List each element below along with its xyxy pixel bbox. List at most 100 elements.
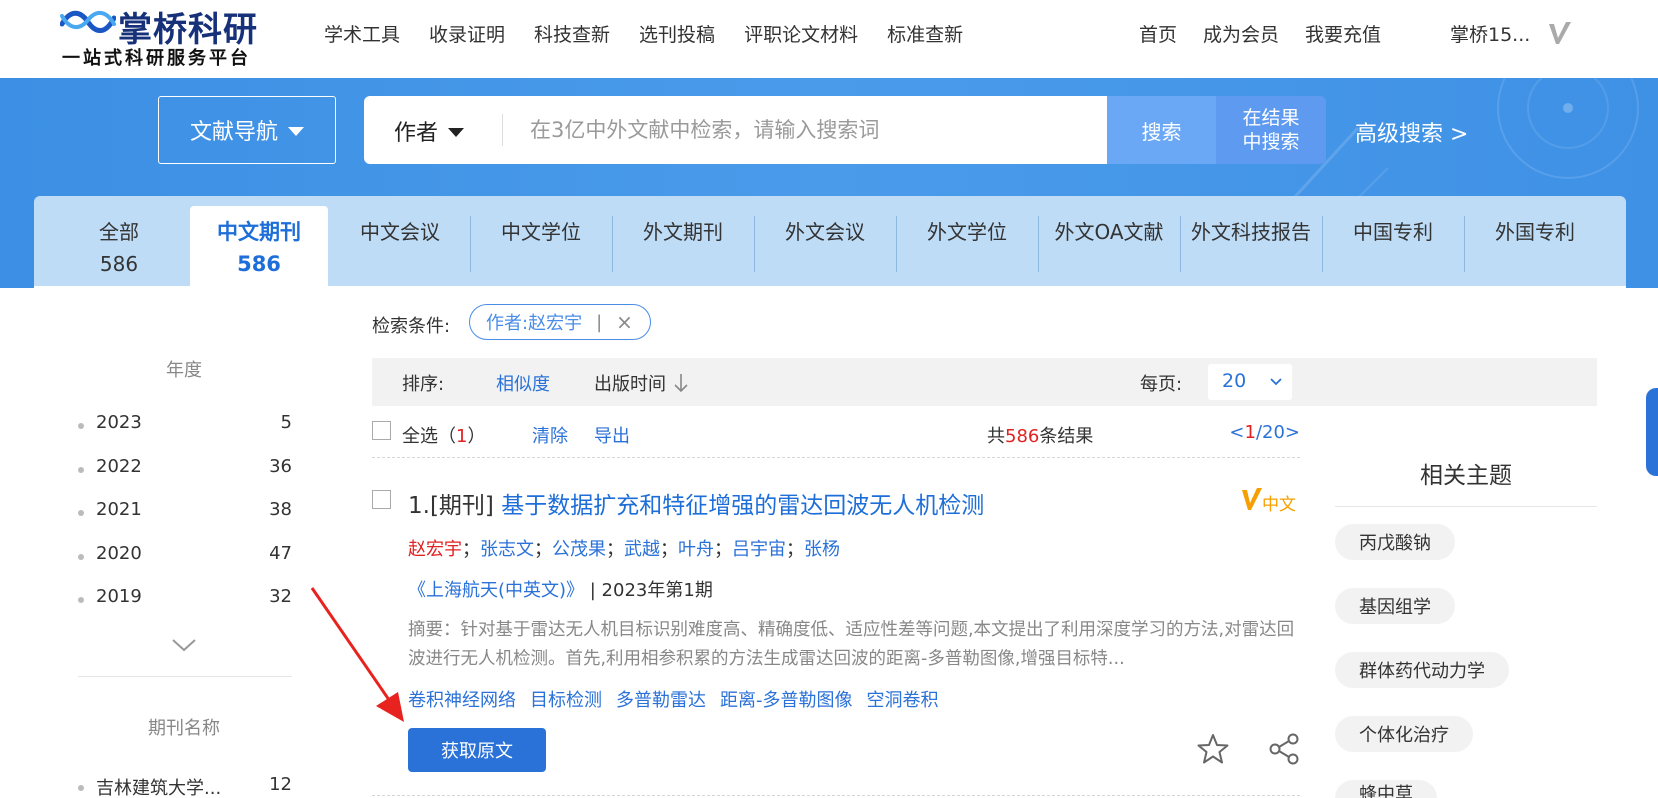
journal-facet-item[interactable]: 吉林建筑大学... 12 [78, 774, 292, 798]
select-all-text: 全选（ [402, 426, 456, 447]
document-type-tabs: 全部 586 中文期刊 586 中文会议 中文学位 外文期刊 外文会议 外文学位… [34, 196, 1626, 286]
topic-chip[interactable]: 个体化治疗 [1335, 716, 1473, 752]
pager-prev[interactable]: < [1229, 422, 1244, 443]
sort-by-date[interactable]: 出版时间 [594, 370, 688, 396]
nav-journal-submission[interactable]: 选刊投稿 [639, 20, 715, 47]
nav-home[interactable]: 首页 [1139, 20, 1177, 47]
topic-chip[interactable]: 群体药代动力学 [1335, 652, 1509, 688]
get-fulltext-button[interactable]: 获取原文 [408, 728, 546, 772]
expand-chevron-icon[interactable] [170, 636, 198, 654]
export-button[interactable]: 导出 [594, 422, 630, 448]
nav-inclusion-proof[interactable]: 收录证明 [429, 20, 505, 47]
pager-total[interactable]: /20> [1256, 422, 1300, 443]
result-title-link[interactable]: 基于数据扩充和特征增强的雷达回波无人机检测 [501, 493, 984, 519]
annotation-arrow-icon [310, 587, 404, 722]
advanced-search-link[interactable]: 高级搜索 > [1355, 116, 1468, 148]
year-count: 38 [269, 499, 292, 520]
year-facet-item[interactable]: 2021 38 [78, 499, 292, 543]
keyword-link[interactable]: 距离-多普勒图像 [720, 686, 853, 712]
user-name[interactable]: 掌桥15... [1450, 20, 1530, 47]
nav-become-member[interactable]: 成为会员 [1203, 20, 1279, 47]
tab-foreign-oa[interactable]: 外文OA文献 [1039, 196, 1179, 286]
author-link[interactable]: 武越 [624, 539, 660, 560]
close-icon[interactable]: × [616, 310, 633, 334]
journal-label: 吉林建筑大学... [96, 778, 222, 798]
year-facet-item[interactable]: 2022 36 [78, 456, 292, 500]
tab-chinese-patents[interactable]: 中国专利 [1323, 196, 1463, 286]
tab-chinese-conferences[interactable]: 中文会议 [330, 196, 470, 286]
nav-standard-search[interactable]: 标准查新 [887, 20, 963, 47]
tab-chinese-theses[interactable]: 中文学位 [471, 196, 611, 286]
condition-tag: 作者:赵宏宇 | × [469, 304, 651, 340]
caret-down-icon [448, 128, 465, 137]
tab-label: 中文会议 [360, 220, 440, 244]
tab-chinese-journals[interactable]: 中文期刊 586 [190, 206, 328, 286]
search-button[interactable]: 搜索 [1107, 96, 1216, 164]
facet-divider [78, 676, 292, 677]
site-logo[interactable]: 掌桥科研 一站式科研服务平台 [60, 2, 270, 69]
select-all-checkbox[interactable] [372, 421, 391, 440]
keyword-link[interactable]: 目标检测 [530, 686, 602, 712]
keyword-link[interactable]: 多普勒雷达 [616, 686, 706, 712]
year-facet-item[interactable]: 2019 32 [78, 586, 292, 630]
result-source: 《上海航天(中英文)》 | 2023年第1期 [408, 576, 713, 602]
floating-side-tab[interactable] [1646, 388, 1658, 476]
nav-title-papers[interactable]: 评职论文材料 [744, 20, 858, 47]
search-box: 作者 [364, 96, 1107, 164]
year-label: 2022 [96, 455, 142, 477]
tab-label: 外文科技报告 [1191, 220, 1311, 244]
nav-novelty-search[interactable]: 科技查新 [534, 20, 610, 47]
keyword-link[interactable]: 空洞卷积 [867, 686, 939, 712]
author-link[interactable]: 吕宇宙 [732, 539, 786, 560]
caret-down-icon [288, 127, 304, 136]
sort-by-relevance[interactable]: 相似度 [496, 370, 550, 396]
share-icon[interactable] [1268, 732, 1300, 766]
nav-academic-tools[interactable]: 学术工具 [324, 20, 400, 47]
tab-foreign-theses[interactable]: 外文学位 [897, 196, 1037, 286]
total-prefix: 共 [987, 426, 1005, 447]
result-checkbox[interactable] [372, 490, 391, 509]
per-page-value: 20 [1222, 370, 1247, 392]
author-link[interactable]: 张志文 [480, 539, 534, 560]
per-page-label: 每页: [1140, 374, 1183, 395]
year-label: 2023 [96, 412, 142, 433]
per-page-select[interactable]: 20 [1208, 364, 1292, 400]
result-index-type: 1.[期刊] [408, 493, 502, 519]
document-nav-dropdown[interactable]: 文献导航 [158, 96, 336, 164]
tab-foreign-patents[interactable]: 外国专利 [1465, 196, 1605, 286]
journal-link[interactable]: 《上海航天(中英文)》 [408, 580, 584, 601]
keyword-link[interactable]: 卷积神经网络 [408, 686, 516, 712]
pagination[interactable]: <1/20> [1229, 422, 1300, 443]
search-within-results-button[interactable]: 在结果 中搜索 [1216, 96, 1326, 164]
year-facet-item[interactable]: 2023 5 [78, 412, 292, 456]
star-icon[interactable] [1196, 732, 1230, 766]
bullet-dot [78, 553, 84, 560]
tab-label: 全部 [99, 220, 139, 244]
year-facet-item[interactable]: 2020 47 [78, 543, 292, 587]
topic-chip[interactable]: 丙戊酸钠 [1335, 524, 1455, 560]
year-facet-list: 2023 5 2022 36 2021 38 2020 47 2019 32 [78, 412, 292, 630]
tab-label: 中国专利 [1353, 220, 1433, 244]
author-link[interactable]: 公茂果 [552, 539, 606, 560]
tab-foreign-tech-reports[interactable]: 外文科技报告 [1181, 196, 1321, 286]
selection-bar: 全选（1） 清除 导出 共586条结果 <1/20> [372, 412, 1300, 458]
search-input[interactable] [530, 110, 1090, 150]
topic-chip[interactable]: 基因组学 [1335, 588, 1455, 624]
tab-all[interactable]: 全部 586 [64, 196, 174, 286]
total-count: 586 [1005, 426, 1040, 447]
nav-recharge[interactable]: 我要充值 [1305, 20, 1381, 47]
search-field-dropdown[interactable]: 作者 [394, 115, 465, 147]
year-count: 5 [280, 412, 292, 433]
result-divider [372, 795, 1300, 796]
select-all-label[interactable]: 全选（1） [402, 422, 485, 448]
author-link[interactable]: 叶舟 [678, 539, 714, 560]
author-separator: ； [786, 539, 804, 560]
vip-badge-icon[interactable] [1545, 18, 1575, 48]
topic-chip[interactable]: 蜂中草 [1335, 780, 1437, 798]
author-link[interactable]: 张杨 [804, 539, 840, 560]
tab-foreign-journals[interactable]: 外文期刊 [613, 196, 753, 286]
sort-bar: 排序: 相似度 出版时间 每页: 20 [372, 358, 1597, 406]
tab-foreign-conferences[interactable]: 外文会议 [755, 196, 895, 286]
author-link[interactable]: 赵宏宇 [408, 539, 462, 560]
clear-selection-button[interactable]: 清除 [532, 422, 568, 448]
